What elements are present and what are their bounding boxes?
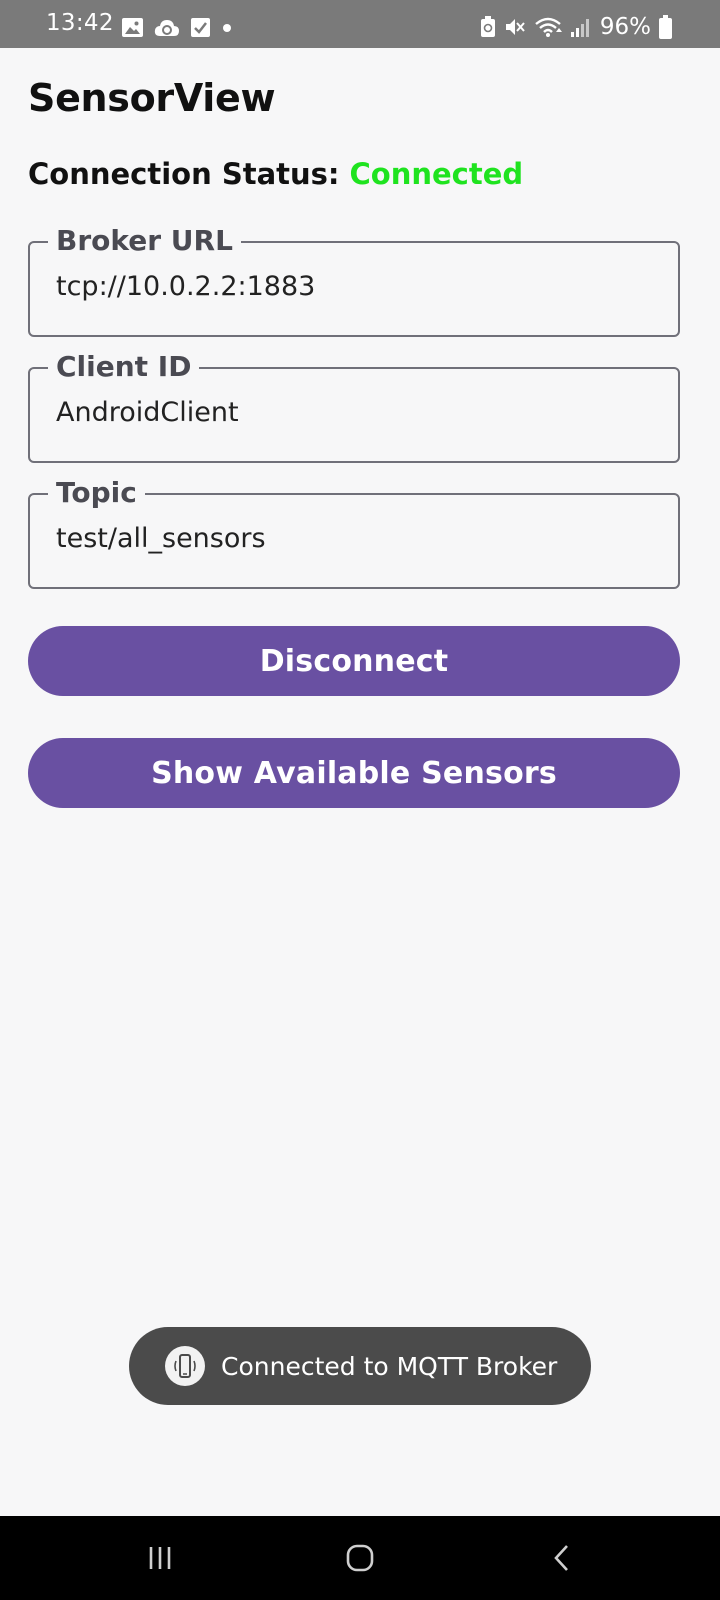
mute-icon — [504, 16, 526, 38]
system-status-icons: 96% — [480, 14, 672, 40]
battery-percentage: 96% — [599, 14, 651, 40]
show-available-sensors-button[interactable]: Show Available Sensors — [28, 738, 680, 808]
broker-url-field[interactable]: Broker URL — [28, 221, 680, 337]
client-id-label: Client ID — [48, 347, 200, 387]
status-time: 13:42 — [46, 10, 114, 36]
client-id-field[interactable]: Client ID — [28, 347, 680, 463]
connection-status-label: Connection Status: — [28, 157, 340, 191]
disconnect-button[interactable]: Disconnect — [28, 626, 680, 696]
topic-input[interactable] — [56, 523, 656, 554]
connection-status: Connection Status: Connected — [28, 157, 523, 191]
recents-icon[interactable] — [140, 1538, 180, 1578]
phone-vibrate-icon — [165, 1346, 205, 1386]
wifi-icon — [534, 16, 562, 38]
toast: Connected to MQTT Broker — [129, 1327, 591, 1405]
home-icon[interactable] — [340, 1538, 380, 1578]
topic-field[interactable]: Topic — [28, 473, 680, 589]
broker-url-label: Broker URL — [48, 221, 241, 261]
dot-icon — [221, 22, 233, 34]
toast-message: Connected to MQTT Broker — [221, 1351, 558, 1381]
checkbox-icon — [191, 18, 210, 37]
broker-url-input[interactable] — [56, 271, 656, 302]
battery-icon — [659, 15, 672, 39]
notification-icons — [122, 18, 233, 37]
client-id-input[interactable] — [56, 397, 656, 428]
signal-icon — [570, 17, 590, 37]
battery-saver-icon — [480, 16, 496, 38]
topic-label: Topic — [48, 473, 145, 513]
navigation-bar — [0, 1516, 720, 1600]
back-icon[interactable] — [542, 1538, 582, 1578]
status-bar: 13:42 96% — [0, 0, 720, 48]
connection-status-value: Connected — [349, 157, 524, 191]
page-title: SensorView — [28, 76, 276, 120]
cloud-sync-icon — [154, 18, 180, 37]
image-icon — [122, 18, 143, 37]
